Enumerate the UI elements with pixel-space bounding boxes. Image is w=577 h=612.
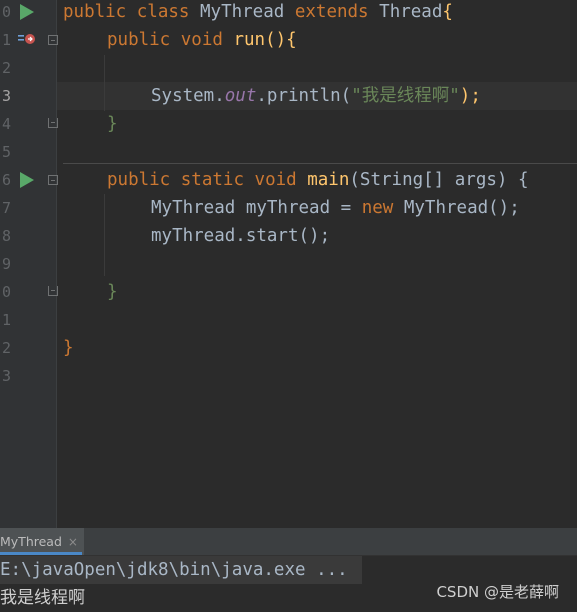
code-line: public void run(){: [107, 30, 297, 50]
line-number: 6: [2, 171, 12, 189]
code-line: MyThread myThread = new MyThread();: [151, 198, 520, 218]
run-tool-window-tabs: MyThread ×: [0, 528, 577, 556]
gutter-divider: [56, 0, 57, 528]
line-number: 1: [2, 311, 12, 329]
line-number: 9: [2, 255, 12, 273]
code-line: myThread.start();: [151, 226, 331, 246]
code-editor[interactable]: 0 1 2 3 4 5 6 7 8 9 0 1 2 3 public class…: [0, 0, 577, 528]
active-tab-indicator: [0, 552, 82, 555]
run-main-icon[interactable]: [20, 172, 34, 188]
run-tab-mythread[interactable]: MyThread ×: [0, 528, 84, 555]
run-class-icon[interactable]: [20, 4, 34, 20]
indent-guide: [104, 194, 105, 276]
line-number: 7: [2, 199, 12, 217]
fold-marker-icon[interactable]: [48, 35, 58, 45]
code-line: System.out.println("我是线程啊");: [151, 86, 481, 106]
line-number: 0: [2, 3, 12, 21]
code-line: }: [63, 338, 74, 358]
line-number: 1: [2, 31, 12, 49]
line-number: 3: [2, 87, 12, 105]
watermark: CSDN @是老薛啊: [436, 583, 559, 601]
indent-guide: [104, 55, 105, 111]
run-tab-label: MyThread: [0, 534, 62, 549]
code-line: }: [107, 114, 118, 134]
override-method-icon[interactable]: [18, 31, 36, 47]
line-number: 2: [2, 59, 12, 77]
line-number: 4: [2, 115, 12, 133]
fold-marker-icon[interactable]: [48, 118, 58, 128]
fold-marker-icon[interactable]: [48, 286, 58, 296]
line-number: 2: [2, 339, 12, 357]
console-output: 我是线程啊: [0, 588, 85, 608]
code-line: public class MyThread extends Thread{: [63, 2, 453, 22]
method-separator: [63, 163, 577, 164]
line-number: 5: [2, 143, 12, 161]
line-number: 3: [2, 367, 12, 385]
close-icon[interactable]: ×: [68, 535, 78, 549]
fold-marker-icon[interactable]: [48, 175, 58, 185]
command-line[interactable]: E:\javaOpen\jdk8\bin\java.exe ...: [0, 556, 348, 584]
code-line: }: [107, 282, 118, 302]
code-line: public static void main(String[] args) {: [107, 170, 529, 190]
run-console[interactable]: E:\javaOpen\jdk8\bin\java.exe ... 我是线程啊 …: [0, 556, 577, 611]
line-number: 8: [2, 227, 12, 245]
line-number: 0: [2, 283, 12, 301]
